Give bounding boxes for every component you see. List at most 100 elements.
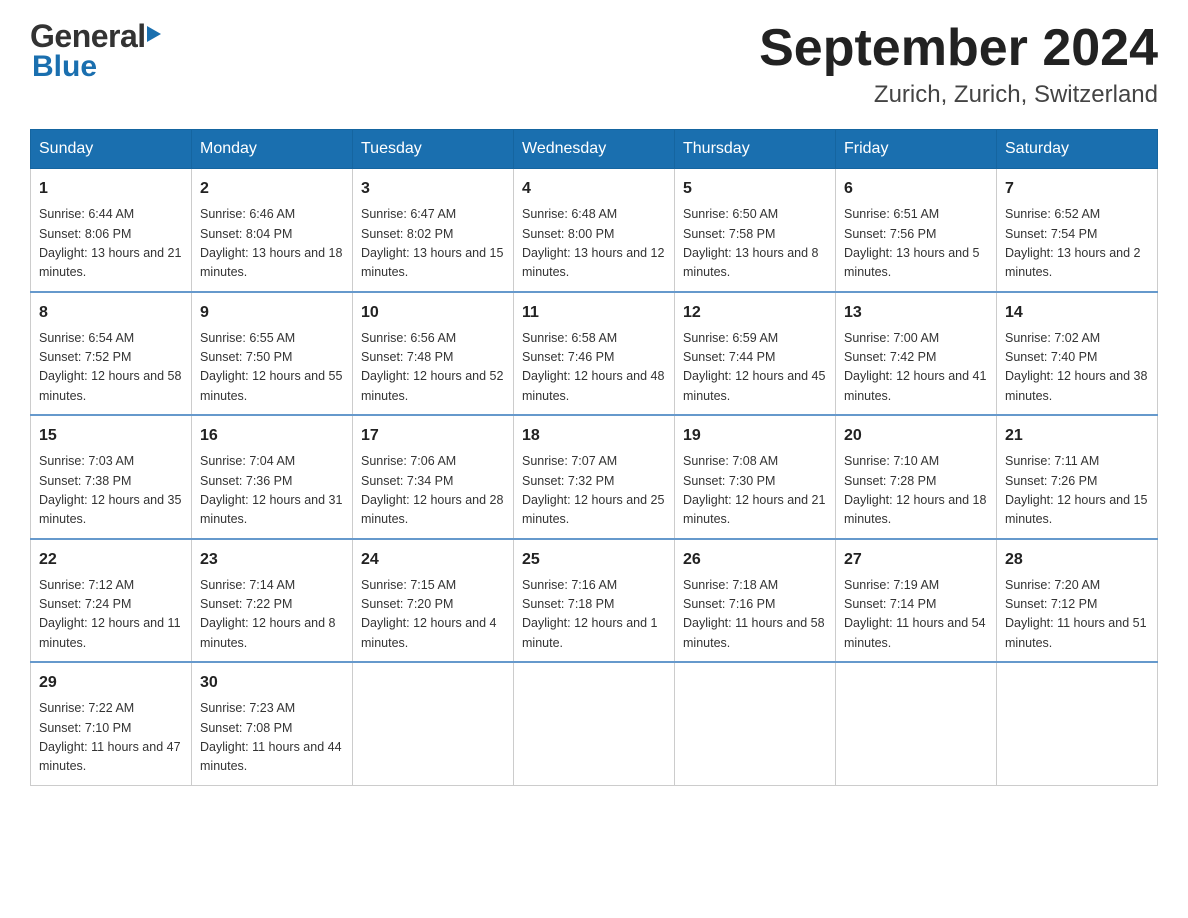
day-info: Sunrise: 7:23 AMSunset: 7:08 PMDaylight:… xyxy=(200,699,344,777)
day-info: Sunrise: 7:03 AMSunset: 7:38 PMDaylight:… xyxy=(39,452,183,530)
calendar-header-friday: Friday xyxy=(836,130,997,169)
day-info: Sunrise: 7:07 AMSunset: 7:32 PMDaylight:… xyxy=(522,452,666,530)
calendar-cell: 30 Sunrise: 7:23 AMSunset: 7:08 PMDayligh… xyxy=(192,662,353,785)
day-info: Sunrise: 7:14 AMSunset: 7:22 PMDaylight:… xyxy=(200,576,344,654)
location-title: Zurich, Zurich, Switzerland xyxy=(759,81,1158,109)
day-info: Sunrise: 6:52 AMSunset: 7:54 PMDaylight:… xyxy=(1005,205,1149,283)
day-number: 2 xyxy=(200,177,344,201)
day-number: 21 xyxy=(1005,424,1149,448)
calendar-cell: 25Sunrise: 7:16 AMSunset: 7:18 PMDayligh… xyxy=(514,539,675,663)
day-info: Sunrise: 7:15 AMSunset: 7:20 PMDaylight:… xyxy=(361,576,505,654)
day-number: 18 xyxy=(522,424,666,448)
day-info: Sunrise: 6:47 AMSunset: 8:02 PMDaylight:… xyxy=(361,205,505,283)
calendar-cell: 18 Sunrise: 7:07 AMSunset: 7:32 PMDayligh… xyxy=(514,415,675,539)
calendar-cell: 20 Sunrise: 7:10 AMSunset: 7:28 PMDayligh… xyxy=(836,415,997,539)
day-number: 28 xyxy=(1005,548,1149,572)
calendar-cell: 24 Sunrise: 7:15 AMSunset: 7:20 PMDayligh… xyxy=(353,539,514,663)
calendar-cell: 6 Sunrise: 6:51 AMSunset: 7:56 PMDaylight… xyxy=(836,169,997,292)
calendar-cell: 21 Sunrise: 7:11 AMSunset: 7:26 PMDayligh… xyxy=(997,415,1158,539)
calendar-cell: 4 Sunrise: 6:48 AMSunset: 8:00 PMDaylight… xyxy=(514,169,675,292)
day-number: 26 xyxy=(683,548,827,572)
day-info: Sunrise: 7:18 AMSunset: 7:16 PMDaylight:… xyxy=(683,576,827,654)
day-number: 5 xyxy=(683,177,827,201)
month-title: September 2024 xyxy=(759,20,1158,77)
day-number: 11 xyxy=(522,301,666,325)
day-number: 16 xyxy=(200,424,344,448)
day-number: 7 xyxy=(1005,177,1149,201)
day-number: 29 xyxy=(39,671,183,695)
day-info: Sunrise: 6:51 AMSunset: 7:56 PMDaylight:… xyxy=(844,205,988,283)
calendar-cell: 9 Sunrise: 6:55 AMSunset: 7:50 PMDaylight… xyxy=(192,292,353,416)
calendar-week-row: 29 Sunrise: 7:22 AMSunset: 7:10 PMDayligh… xyxy=(31,662,1158,785)
calendar-header-saturday: Saturday xyxy=(997,130,1158,169)
day-number: 24 xyxy=(361,548,505,572)
calendar-cell: 12 Sunrise: 6:59 AMSunset: 7:44 PMDayligh… xyxy=(675,292,836,416)
calendar-cell xyxy=(997,662,1158,785)
day-number: 8 xyxy=(39,301,183,325)
day-number: 23 xyxy=(200,548,344,572)
day-info: Sunrise: 7:04 AMSunset: 7:36 PMDaylight:… xyxy=(200,452,344,530)
calendar-cell: 29 Sunrise: 7:22 AMSunset: 7:10 PMDayligh… xyxy=(31,662,192,785)
calendar-header-wednesday: Wednesday xyxy=(514,130,675,169)
calendar-cell: 10 Sunrise: 6:56 AMSunset: 7:48 PMDayligh… xyxy=(353,292,514,416)
calendar-cell: 3 Sunrise: 6:47 AMSunset: 8:02 PMDaylight… xyxy=(353,169,514,292)
calendar-cell: 5 Sunrise: 6:50 AMSunset: 7:58 PMDaylight… xyxy=(675,169,836,292)
calendar-cell: 28 Sunrise: 7:20 AMSunset: 7:12 PMDayligh… xyxy=(997,539,1158,663)
day-info: Sunrise: 7:12 AMSunset: 7:24 PMDaylight:… xyxy=(39,576,183,654)
day-number: 19 xyxy=(683,424,827,448)
calendar-cell: 7 Sunrise: 6:52 AMSunset: 7:54 PMDaylight… xyxy=(997,169,1158,292)
day-info: Sunrise: 6:48 AMSunset: 8:00 PMDaylight:… xyxy=(522,205,666,283)
calendar-week-row: 8 Sunrise: 6:54 AMSunset: 7:52 PMDaylight… xyxy=(31,292,1158,416)
day-number: 10 xyxy=(361,301,505,325)
calendar-week-row: 22Sunrise: 7:12 AMSunset: 7:24 PMDayligh… xyxy=(31,539,1158,663)
calendar-cell: 22Sunrise: 7:12 AMSunset: 7:24 PMDayligh… xyxy=(31,539,192,663)
day-number: 12 xyxy=(683,301,827,325)
logo: General Blue xyxy=(30,20,169,84)
day-number: 6 xyxy=(844,177,988,201)
calendar-header-sunday: Sunday xyxy=(31,130,192,169)
calendar-cell: 16 Sunrise: 7:04 AMSunset: 7:36 PMDayligh… xyxy=(192,415,353,539)
calendar-cell: 2 Sunrise: 6:46 AMSunset: 8:04 PMDaylight… xyxy=(192,169,353,292)
day-info: Sunrise: 7:00 AMSunset: 7:42 PMDaylight:… xyxy=(844,329,988,407)
calendar-cell: 1 Sunrise: 6:44 AMSunset: 8:06 PMDaylight… xyxy=(31,169,192,292)
calendar-table: SundayMondayTuesdayWednesdayThursdayFrid… xyxy=(30,129,1158,786)
day-info: Sunrise: 6:58 AMSunset: 7:46 PMDaylight:… xyxy=(522,329,666,407)
day-number: 14 xyxy=(1005,301,1149,325)
calendar-week-row: 15 Sunrise: 7:03 AMSunset: 7:38 PMDayligh… xyxy=(31,415,1158,539)
day-info: Sunrise: 6:44 AMSunset: 8:06 PMDaylight:… xyxy=(39,205,183,283)
calendar-cell: 14Sunrise: 7:02 AMSunset: 7:40 PMDayligh… xyxy=(997,292,1158,416)
day-info: Sunrise: 7:22 AMSunset: 7:10 PMDaylight:… xyxy=(39,699,183,777)
day-info: Sunrise: 7:08 AMSunset: 7:30 PMDaylight:… xyxy=(683,452,827,530)
day-info: Sunrise: 7:20 AMSunset: 7:12 PMDaylight:… xyxy=(1005,576,1149,654)
day-info: Sunrise: 6:46 AMSunset: 8:04 PMDaylight:… xyxy=(200,205,344,283)
day-number: 20 xyxy=(844,424,988,448)
day-number: 15 xyxy=(39,424,183,448)
day-number: 3 xyxy=(361,177,505,201)
day-info: Sunrise: 6:50 AMSunset: 7:58 PMDaylight:… xyxy=(683,205,827,283)
day-info: Sunrise: 7:16 AMSunset: 7:18 PMDaylight:… xyxy=(522,576,666,654)
calendar-header-monday: Monday xyxy=(192,130,353,169)
calendar-cell xyxy=(514,662,675,785)
day-number: 30 xyxy=(200,671,344,695)
logo-general-text: General xyxy=(30,20,146,52)
calendar-week-row: 1 Sunrise: 6:44 AMSunset: 8:06 PMDaylight… xyxy=(31,169,1158,292)
day-info: Sunrise: 6:56 AMSunset: 7:48 PMDaylight:… xyxy=(361,329,505,407)
day-info: Sunrise: 6:59 AMSunset: 7:44 PMDaylight:… xyxy=(683,329,827,407)
calendar-cell: 15 Sunrise: 7:03 AMSunset: 7:38 PMDayligh… xyxy=(31,415,192,539)
calendar-cell: 26 Sunrise: 7:18 AMSunset: 7:16 PMDayligh… xyxy=(675,539,836,663)
day-info: Sunrise: 6:54 AMSunset: 7:52 PMDaylight:… xyxy=(39,329,183,407)
day-info: Sunrise: 7:10 AMSunset: 7:28 PMDaylight:… xyxy=(844,452,988,530)
logo-flag-icon xyxy=(147,26,169,48)
logo-blue-text: Blue xyxy=(32,50,97,84)
logo-row: General xyxy=(30,20,169,52)
day-info: Sunrise: 7:11 AMSunset: 7:26 PMDaylight:… xyxy=(1005,452,1149,530)
day-number: 1 xyxy=(39,177,183,201)
calendar-header-tuesday: Tuesday xyxy=(353,130,514,169)
calendar-cell: 17Sunrise: 7:06 AMSunset: 7:34 PMDayligh… xyxy=(353,415,514,539)
calendar-cell: 19 Sunrise: 7:08 AMSunset: 7:30 PMDayligh… xyxy=(675,415,836,539)
calendar-header-row: SundayMondayTuesdayWednesdayThursdayFrid… xyxy=(31,130,1158,169)
day-number: 4 xyxy=(522,177,666,201)
day-number: 9 xyxy=(200,301,344,325)
day-info: Sunrise: 6:55 AMSunset: 7:50 PMDaylight:… xyxy=(200,329,344,407)
calendar-cell xyxy=(353,662,514,785)
